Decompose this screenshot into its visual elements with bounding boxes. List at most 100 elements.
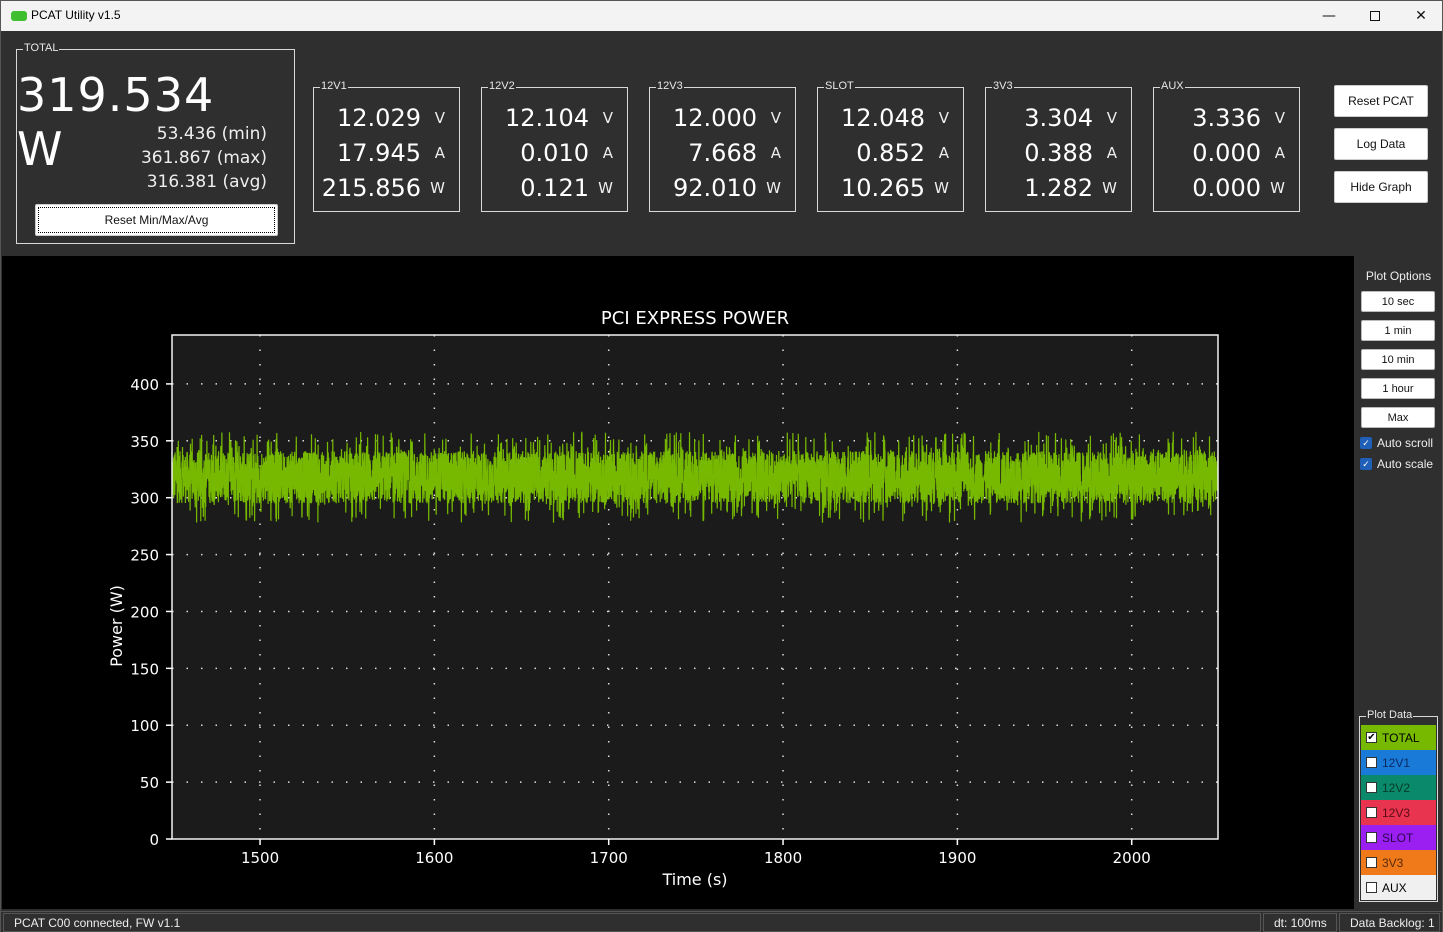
rail-voltage-row: 12.029 V bbox=[314, 104, 459, 139]
status-bar: PCAT C00 connected, FW v1.1 dt: 100ms Da… bbox=[1, 911, 1442, 932]
log-data-button[interactable]: Log Data bbox=[1334, 128, 1428, 160]
plot-data-item-slot[interactable]: SLOT bbox=[1361, 825, 1436, 850]
plot-side-panel: Plot Options 10 sec 1 min 10 min 1 hour … bbox=[1355, 256, 1442, 909]
rail-group-slot: SLOT 12.048 V 0.852 A 10.265 W bbox=[817, 80, 964, 212]
plot-data-group: Plot Data ✔ TOTAL 12V1 12V2 12V3 SLOT 3V3 AUX bbox=[1359, 709, 1438, 902]
total-legend: TOTAL bbox=[23, 42, 60, 54]
unchecked-checkbox-icon[interactable] bbox=[1366, 782, 1377, 793]
power-chart-area: 0 50 100 150 200 250 300 350 400 1500 1600 1700 1800… bbox=[2, 256, 1354, 909]
y-tick-label: 300 bbox=[130, 490, 159, 508]
plot-data-label: 12V3 bbox=[1382, 805, 1411, 820]
auto-scale-checkbox[interactable]: ✓ Auto scale bbox=[1360, 457, 1433, 471]
rail-current: 0.000 bbox=[1192, 139, 1261, 167]
unchecked-checkbox-icon[interactable] bbox=[1366, 882, 1377, 893]
reset-min-max-avg-button[interactable]: Reset Min/Max/Avg bbox=[35, 204, 278, 236]
rail-power: 10.265 bbox=[841, 174, 925, 202]
plot-data-item-12v1[interactable]: 12V1 bbox=[1361, 750, 1436, 775]
rail-legend: SLOT bbox=[824, 80, 855, 92]
y-tick-label: 400 bbox=[130, 376, 159, 394]
rail-current-row: 17.945 A bbox=[314, 139, 459, 174]
y-tick-label: 100 bbox=[130, 717, 159, 735]
total-avg: 316.381 (avg) bbox=[146, 172, 267, 192]
unit-volts: V bbox=[602, 109, 613, 127]
unit-amps: A bbox=[1106, 144, 1117, 162]
rail-power-row: 215.856 W bbox=[314, 174, 459, 209]
unit-watts: W bbox=[934, 179, 949, 197]
close-button[interactable]: ✕ bbox=[1398, 1, 1443, 31]
unit-watts: W bbox=[1270, 179, 1285, 197]
unit-volts: V bbox=[1106, 109, 1117, 127]
checkmark-icon: ✓ bbox=[1360, 437, 1372, 449]
minimize-icon: — bbox=[1322, 8, 1336, 24]
y-tick-label: 250 bbox=[130, 547, 159, 565]
y-axis-label: Power (W) bbox=[107, 585, 126, 667]
rail-power: 0.121 bbox=[520, 174, 589, 202]
plot-data-item-3v3[interactable]: 3V3 bbox=[1361, 850, 1436, 875]
unchecked-checkbox-icon[interactable] bbox=[1366, 757, 1377, 768]
range-10sec-button[interactable]: 10 sec bbox=[1361, 291, 1435, 312]
total-min: 53.436 (min) bbox=[156, 124, 267, 144]
rail-voltage: 12.048 bbox=[841, 104, 925, 132]
app-window: PCAT Utility v1.5 — ✕ TOTAL 319.534 W 53… bbox=[0, 0, 1443, 932]
plot-data-item-total[interactable]: ✔ TOTAL bbox=[1361, 725, 1436, 750]
title-bar: PCAT Utility v1.5 — ✕ bbox=[1, 1, 1442, 31]
plot-data-label: TOTAL bbox=[1382, 730, 1420, 745]
x-tick-label: 1500 bbox=[241, 849, 279, 867]
unit-volts: V bbox=[434, 109, 445, 127]
reset-pcat-button[interactable]: Reset PCAT bbox=[1334, 85, 1428, 117]
y-tick-label: 150 bbox=[130, 660, 159, 678]
total-group: TOTAL 319.534 W 53.436 (min) 361.867 (ma… bbox=[16, 42, 295, 244]
rail-current: 0.388 bbox=[1024, 139, 1093, 167]
unit-amps: A bbox=[1274, 144, 1285, 162]
hide-graph-button[interactable]: Hide Graph bbox=[1334, 171, 1428, 203]
x-tick-label: 1800 bbox=[764, 849, 802, 867]
rail-current-row: 0.852 A bbox=[818, 139, 963, 174]
unchecked-checkbox-icon[interactable] bbox=[1366, 857, 1377, 868]
rail-current-row: 0.000 A bbox=[1154, 139, 1299, 174]
range-max-button[interactable]: Max bbox=[1361, 407, 1435, 428]
plot-data-label: 3V3 bbox=[1382, 855, 1404, 870]
total-max: 361.867 (max) bbox=[140, 148, 267, 168]
plot-data-label: 12V1 bbox=[1382, 755, 1411, 770]
auto-scroll-checkbox[interactable]: ✓ Auto scroll bbox=[1360, 436, 1433, 450]
y-tick-label: 0 bbox=[149, 831, 159, 849]
auto-scale-label: Auto scale bbox=[1377, 457, 1434, 471]
maximize-icon bbox=[1370, 11, 1380, 21]
plot-data-item-aux[interactable]: AUX bbox=[1361, 875, 1436, 900]
app-logo-icon bbox=[11, 11, 27, 21]
checked-checkbox-icon[interactable]: ✔ bbox=[1366, 732, 1377, 743]
rail-power-row: 0.000 W bbox=[1154, 174, 1299, 209]
range-1min-button[interactable]: 1 min bbox=[1361, 320, 1435, 341]
unchecked-checkbox-icon[interactable] bbox=[1366, 807, 1377, 818]
plot-options-title: Plot Options bbox=[1365, 269, 1432, 283]
rail-power: 215.856 bbox=[321, 174, 421, 202]
rail-group-aux: AUX 3.336 V 0.000 A 0.000 W bbox=[1153, 80, 1300, 212]
power-chart: 0 50 100 150 200 250 300 350 400 1500 1600 1700 1800… bbox=[107, 308, 1219, 889]
unchecked-checkbox-icon[interactable] bbox=[1366, 832, 1377, 843]
unit-amps: A bbox=[602, 144, 613, 162]
rail-voltage: 12.104 bbox=[505, 104, 589, 132]
plot-data-item-12v2[interactable]: 12V2 bbox=[1361, 775, 1436, 800]
x-tick-label: 1700 bbox=[590, 849, 628, 867]
rail-current: 0.852 bbox=[856, 139, 925, 167]
range-1hour-button[interactable]: 1 hour bbox=[1361, 378, 1435, 399]
dt-status: dt: 100ms bbox=[1263, 913, 1337, 932]
range-10min-button[interactable]: 10 min bbox=[1361, 349, 1435, 370]
plot-background bbox=[172, 335, 1218, 839]
rail-group-12v2: 12V2 12.104 V 0.010 A 0.121 W bbox=[481, 80, 628, 212]
chart-title: PCI EXPRESS POWER bbox=[601, 308, 789, 329]
unit-volts: V bbox=[770, 109, 781, 127]
rail-voltage: 3.304 bbox=[1024, 104, 1093, 132]
rail-legend: 12V2 bbox=[488, 80, 516, 92]
unit-amps: A bbox=[434, 144, 445, 162]
plot-data-label: SLOT bbox=[1382, 830, 1414, 845]
plot-data-item-12v3[interactable]: 12V3 bbox=[1361, 800, 1436, 825]
rail-voltage: 12.000 bbox=[673, 104, 757, 132]
maximize-button[interactable] bbox=[1352, 1, 1398, 31]
y-tick-label: 350 bbox=[130, 433, 159, 451]
rail-power: 92.010 bbox=[673, 174, 757, 202]
rail-legend: 3V3 bbox=[992, 80, 1014, 92]
minimize-button[interactable]: — bbox=[1306, 1, 1352, 31]
rail-power-row: 0.121 W bbox=[482, 174, 627, 209]
rail-power-row: 1.282 W bbox=[986, 174, 1131, 209]
